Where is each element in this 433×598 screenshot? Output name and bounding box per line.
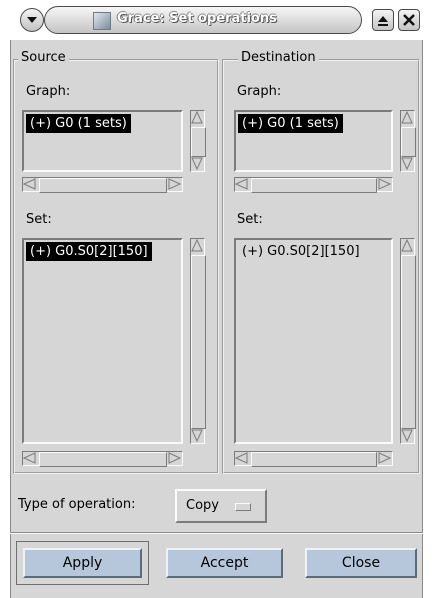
- destination-frame-title: Destination: [238, 50, 319, 66]
- destination-set-label: Set:: [237, 212, 263, 227]
- operation-type-select[interactable]: Copy: [175, 489, 267, 523]
- title-pill: Grace: Set operations: [44, 6, 362, 34]
- accept-button[interactable]: Accept: [166, 548, 283, 578]
- list-item[interactable]: (+) G0.S0[2][150]: [238, 242, 364, 261]
- list-item[interactable]: (+) G0.S0[2][150]: [26, 242, 152, 261]
- source-set-label: Set:: [26, 212, 52, 227]
- source-set-list[interactable]: (+) G0.S0[2][150]: [22, 238, 183, 444]
- scroll-up-arrow-icon[interactable]: [401, 111, 414, 125]
- scroll-right-arrow-icon[interactable]: [378, 178, 392, 191]
- destination-graph-label: Graph:: [237, 84, 282, 99]
- operation-type-label: Type of operation:: [18, 497, 136, 512]
- close-icon: [403, 14, 415, 26]
- scroll-thumb[interactable]: [401, 255, 416, 429]
- destination-set-hscroll[interactable]: [234, 451, 393, 467]
- scroll-thumb[interactable]: [39, 452, 167, 467]
- scroll-down-arrow-icon[interactable]: [401, 157, 414, 171]
- list-item[interactable]: (+) G0 (1 sets): [26, 114, 131, 133]
- list-item[interactable]: (+) G0 (1 sets): [238, 114, 343, 133]
- destination-graph-hscroll[interactable]: [234, 177, 393, 193]
- scroll-down-arrow-icon[interactable]: [191, 429, 204, 443]
- scroll-left-arrow-icon[interactable]: [235, 452, 249, 465]
- scroll-thumb[interactable]: [191, 127, 206, 157]
- destination-set-list[interactable]: (+) G0.S0[2][150]: [234, 238, 393, 444]
- option-menu-indicator-icon: [235, 503, 251, 511]
- scroll-up-arrow-icon[interactable]: [191, 239, 204, 253]
- window-menu-button[interactable]: [20, 8, 44, 32]
- grace-app-icon: [93, 12, 111, 30]
- scroll-right-arrow-icon[interactable]: [378, 452, 392, 465]
- apply-button[interactable]: Apply: [23, 548, 142, 578]
- scroll-down-arrow-icon[interactable]: [401, 429, 414, 443]
- maximize-button[interactable]: [372, 9, 394, 31]
- scroll-right-arrow-icon[interactable]: [168, 178, 182, 191]
- scroll-left-arrow-icon[interactable]: [235, 178, 249, 191]
- title-bar[interactable]: Grace: Set operations: [0, 0, 433, 40]
- destination-graph-list[interactable]: (+) G0 (1 sets): [234, 110, 393, 172]
- scroll-thumb[interactable]: [39, 178, 167, 193]
- scroll-down-arrow-icon[interactable]: [191, 157, 204, 171]
- scroll-thumb[interactable]: [251, 178, 377, 193]
- scroll-left-arrow-icon[interactable]: [23, 178, 37, 191]
- source-frame-title: Source: [18, 50, 69, 66]
- source-set-vscroll[interactable]: [190, 238, 206, 444]
- source-graph-list[interactable]: (+) G0 (1 sets): [22, 110, 183, 172]
- scroll-thumb[interactable]: [251, 452, 377, 467]
- close-window-button[interactable]: [398, 9, 420, 31]
- scroll-up-arrow-icon[interactable]: [401, 239, 414, 253]
- source-set-hscroll[interactable]: [22, 451, 183, 467]
- source-graph-label: Graph:: [26, 84, 71, 99]
- source-graph-hscroll[interactable]: [22, 177, 183, 193]
- destination-graph-vscroll[interactable]: [400, 110, 416, 172]
- source-graph-vscroll[interactable]: [190, 110, 206, 172]
- eject-icon: [378, 16, 388, 26]
- scroll-thumb[interactable]: [191, 255, 206, 429]
- scroll-right-arrow-icon[interactable]: [168, 452, 182, 465]
- operation-type-value: Copy: [186, 498, 219, 513]
- scroll-up-arrow-icon[interactable]: [191, 111, 204, 125]
- destination-set-vscroll[interactable]: [400, 238, 416, 444]
- scroll-left-arrow-icon[interactable]: [23, 452, 37, 465]
- chevron-down-icon: [27, 17, 37, 23]
- scroll-thumb[interactable]: [401, 127, 416, 157]
- separator: [10, 532, 423, 534]
- window-title: Grace: Set operations: [117, 11, 277, 26]
- close-button[interactable]: Close: [305, 548, 417, 578]
